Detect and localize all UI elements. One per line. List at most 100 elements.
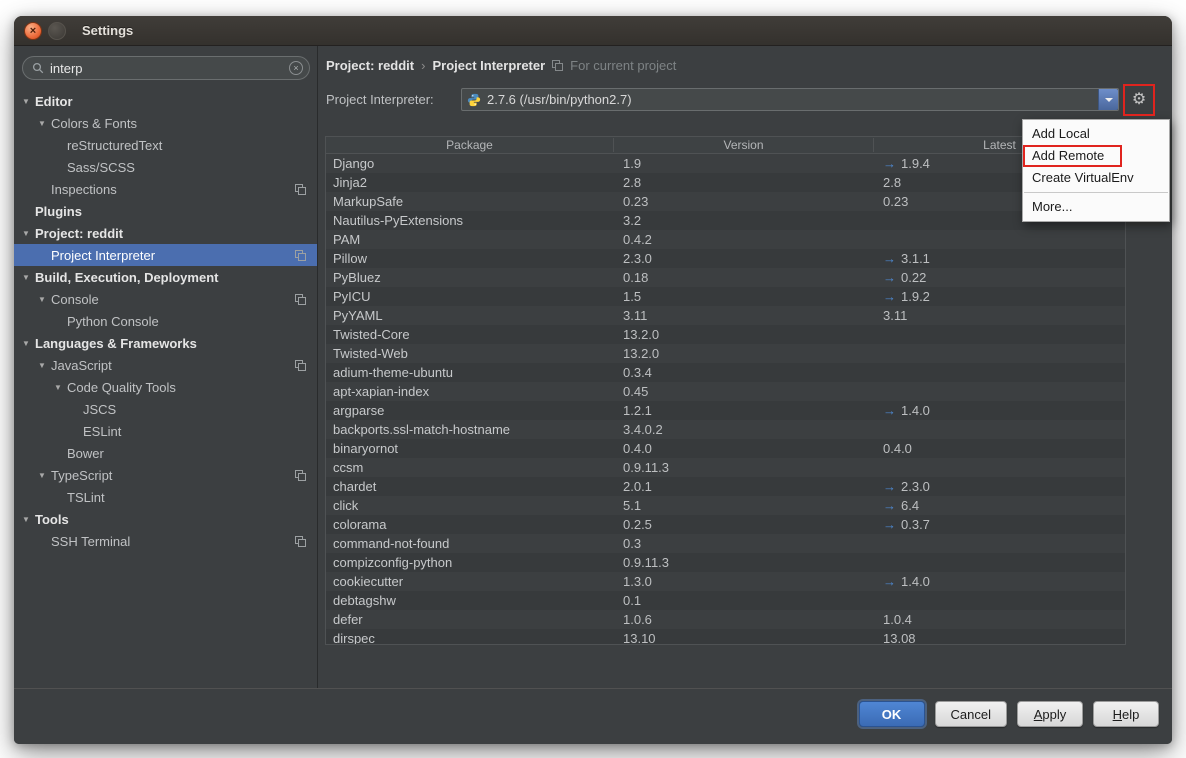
shared-page-icon xyxy=(295,184,306,195)
interpreter-select[interactable]: 2.7.6 (/usr/bin/python2.7) xyxy=(461,88,1119,111)
close-button[interactable]: × xyxy=(24,22,42,40)
window-title: Settings xyxy=(82,23,133,38)
package-row-binaryornot[interactable]: binaryornot0.4.00.4.0 xyxy=(326,439,1125,458)
tree-expand-icon[interactable]: ▼ xyxy=(22,338,35,348)
titlebar[interactable]: × Settings xyxy=(14,16,1172,46)
tree-item-bower[interactable]: Bower xyxy=(14,442,317,464)
tree-expand-icon[interactable]: ▼ xyxy=(54,382,67,392)
main-panel: Project: reddit › Project Interpreter Fo… xyxy=(319,46,1172,688)
package-row-nautilus-pyextensions[interactable]: Nautilus-PyExtensions3.2 xyxy=(326,211,1125,230)
clear-search-icon[interactable]: × xyxy=(289,61,303,75)
tree-item-ssh-terminal[interactable]: SSH Terminal xyxy=(14,530,317,552)
tree-item-editor[interactable]: ▼Editor xyxy=(14,90,317,112)
tree-item-eslint[interactable]: ESLint xyxy=(14,420,317,442)
package-row-django[interactable]: Django1.9→1.9.4 xyxy=(326,154,1125,173)
column-header-version[interactable]: Version xyxy=(613,138,873,152)
interpreter-value: 2.7.6 (/usr/bin/python2.7) xyxy=(487,92,632,107)
help-button[interactable]: Help xyxy=(1093,701,1159,727)
tree-item-project-reddit[interactable]: ▼Project: reddit xyxy=(14,222,317,244)
package-name: chardet xyxy=(326,479,613,494)
package-row-markupsafe[interactable]: MarkupSafe0.230.23 xyxy=(326,192,1125,211)
package-row-defer[interactable]: defer1.0.61.0.4 xyxy=(326,610,1125,629)
menu-item-add-remote[interactable]: Add Remote xyxy=(1023,145,1169,167)
package-row-compizconfig-python[interactable]: compizconfig-python0.9.11.3 xyxy=(326,553,1125,572)
package-row-command-not-found[interactable]: command-not-found0.3 xyxy=(326,534,1125,553)
package-row-cookiecutter[interactable]: cookiecutter1.3.0→1.4.0 xyxy=(326,572,1125,591)
package-row-pybluez[interactable]: PyBluez0.18→0.22 xyxy=(326,268,1125,287)
update-available-icon: → xyxy=(883,156,896,171)
tree-item-sass-scss[interactable]: Sass/SCSS xyxy=(14,156,317,178)
package-row-adium-theme-ubuntu[interactable]: adium-theme-ubuntu0.3.4 xyxy=(326,363,1125,382)
package-row-argparse[interactable]: argparse1.2.1→1.4.0 xyxy=(326,401,1125,420)
apply-button[interactable]: Apply xyxy=(1017,701,1083,727)
tree-item-languages-frameworks[interactable]: ▼Languages & Frameworks xyxy=(14,332,317,354)
tree-expand-icon[interactable]: ▼ xyxy=(22,228,35,238)
package-name: PAM xyxy=(326,232,613,247)
package-row-pyicu[interactable]: PyICU1.5→1.9.2 xyxy=(326,287,1125,306)
package-latest: →6.4 xyxy=(873,498,1125,513)
tree-item-colors-fonts[interactable]: ▼Colors & Fonts xyxy=(14,112,317,134)
package-version: 1.0.6 xyxy=(613,612,873,627)
package-row-apt-xapian-index[interactable]: apt-xapian-index0.45 xyxy=(326,382,1125,401)
package-row-jinja2[interactable]: Jinja22.82.8 xyxy=(326,173,1125,192)
ok-button[interactable]: OK xyxy=(859,701,925,727)
shared-page-icon xyxy=(295,470,306,481)
package-name: Jinja2 xyxy=(326,175,613,190)
menu-item-add-local[interactable]: Add Local xyxy=(1023,123,1169,145)
menu-item-create-virtualenv[interactable]: Create VirtualEnv xyxy=(1023,167,1169,189)
tree-item-python-console[interactable]: Python Console xyxy=(14,310,317,332)
package-version: 0.4.2 xyxy=(613,232,873,247)
update-available-icon: → xyxy=(883,403,896,418)
tree-item-code-quality-tools[interactable]: ▼Code Quality Tools xyxy=(14,376,317,398)
package-row-pam[interactable]: PAM0.4.2 xyxy=(326,230,1125,249)
tree-expand-icon[interactable]: ▼ xyxy=(38,118,51,128)
tree-item-label: Colors & Fonts xyxy=(51,116,137,131)
tree-expand-icon[interactable]: ▼ xyxy=(22,96,35,106)
package-version: 0.3.4 xyxy=(613,365,873,380)
package-row-debtagshw[interactable]: debtagshw0.1 xyxy=(326,591,1125,610)
package-row-pillow[interactable]: Pillow2.3.0→3.1.1 xyxy=(326,249,1125,268)
column-header-package[interactable]: Package xyxy=(326,138,613,152)
tree-item-jscs[interactable]: JSCS xyxy=(14,398,317,420)
search-input[interactable] xyxy=(50,61,283,76)
tree-item-typescript[interactable]: ▼TypeScript xyxy=(14,464,317,486)
package-row-click[interactable]: click5.1→6.4 xyxy=(326,496,1125,515)
settings-sidebar: × ▼Editor▼Colors & FontsreStructuredText… xyxy=(14,46,318,688)
package-row-dirspec[interactable]: dirspec13.1013.08 xyxy=(326,629,1125,644)
package-row-colorama[interactable]: colorama0.2.5→0.3.7 xyxy=(326,515,1125,534)
tree-item-inspections[interactable]: Inspections xyxy=(14,178,317,200)
tree-item-tslint[interactable]: TSLint xyxy=(14,486,317,508)
gear-icon[interactable]: ⚙ xyxy=(1129,90,1149,110)
tree-item-label: Languages & Frameworks xyxy=(35,336,197,351)
tree-item-project-interpreter[interactable]: Project Interpreter xyxy=(14,244,317,266)
restore-button[interactable] xyxy=(48,22,66,40)
settings-search-box[interactable]: × xyxy=(22,56,310,80)
tree-item-console[interactable]: ▼Console xyxy=(14,288,317,310)
tree-expand-icon[interactable]: ▼ xyxy=(22,514,35,524)
package-name: argparse xyxy=(326,403,613,418)
tree-item-build-execution-deployment[interactable]: ▼Build, Execution, Deployment xyxy=(14,266,317,288)
tree-expand-icon[interactable]: ▼ xyxy=(38,294,51,304)
package-row-pyyaml[interactable]: PyYAML3.113.11 xyxy=(326,306,1125,325)
tree-item-label: SSH Terminal xyxy=(51,534,130,549)
update-available-icon: → xyxy=(883,289,896,304)
package-row-ccsm[interactable]: ccsm0.9.11.3 xyxy=(326,458,1125,477)
tree-item-tools[interactable]: ▼Tools xyxy=(14,508,317,530)
package-table: PackageVersionLatest Django1.9→1.9.4Jinj… xyxy=(325,136,1126,645)
menu-item-more[interactable]: More... xyxy=(1023,196,1169,218)
combo-dropdown-button[interactable] xyxy=(1098,89,1118,110)
package-row-backports-ssl-match-hostname[interactable]: backports.ssl-match-hostname3.4.0.2 xyxy=(326,420,1125,439)
package-row-twisted-core[interactable]: Twisted-Core13.2.0 xyxy=(326,325,1125,344)
package-row-chardet[interactable]: chardet2.0.1→2.3.0 xyxy=(326,477,1125,496)
tree-expand-icon[interactable]: ▼ xyxy=(22,272,35,282)
search-icon xyxy=(32,62,44,74)
package-version: 13.10 xyxy=(613,631,873,644)
tree-item-plugins[interactable]: Plugins xyxy=(14,200,317,222)
tree-expand-icon[interactable]: ▼ xyxy=(38,360,51,370)
package-row-twisted-web[interactable]: Twisted-Web13.2.0 xyxy=(326,344,1125,363)
tree-item-restructuredtext[interactable]: reStructuredText xyxy=(14,134,317,156)
tree-expand-icon[interactable]: ▼ xyxy=(38,470,51,480)
tree-item-javascript[interactable]: ▼JavaScript xyxy=(14,354,317,376)
cancel-button[interactable]: Cancel xyxy=(935,701,1007,727)
package-version: 1.2.1 xyxy=(613,403,873,418)
